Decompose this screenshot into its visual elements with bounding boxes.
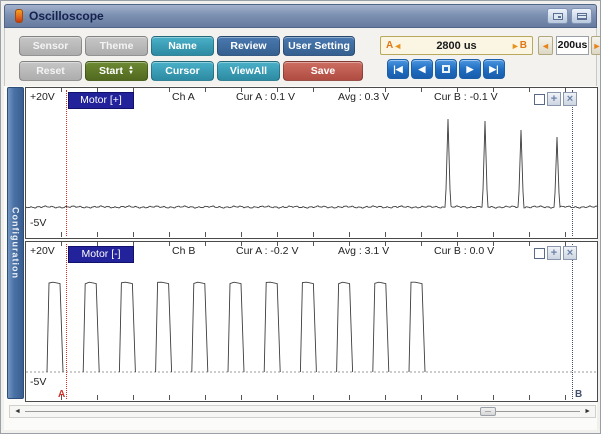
cursor-a-arrow-icon: ◄ (393, 41, 402, 51)
configuration-tab[interactable]: Configuration (7, 87, 24, 399)
voltage-bottom-label: -5V (30, 217, 46, 229)
cursor-a-label: A (386, 40, 393, 51)
stop-button[interactable] (435, 59, 457, 79)
channel-b-panel: +20V Motor [-] Ch B Cur A : -0.2 V Avg :… (25, 241, 598, 402)
cursor-b-tag: B (575, 389, 582, 400)
sensor-button[interactable]: Sensor (19, 36, 82, 56)
configuration-label: Configuration (11, 207, 21, 279)
channel-name-badge[interactable]: Motor [+] (68, 92, 134, 109)
horizontal-scrollbar[interactable]: ◄ ► (9, 405, 596, 418)
bottom-ticks (26, 395, 597, 400)
skip-end-button[interactable]: ▶| (483, 59, 505, 79)
panel-expand-button[interactable]: + (547, 246, 561, 260)
channel-b-waveform (26, 242, 597, 401)
start-button[interactable]: Start▲▼ (85, 61, 148, 81)
cursor-b-line[interactable] (572, 244, 573, 399)
skip-start-button[interactable]: |◀ (387, 59, 409, 79)
minimize-button[interactable] (571, 8, 592, 24)
cursor-b-line[interactable] (572, 90, 573, 236)
step-back-button[interactable]: ◀ (411, 59, 433, 79)
name-button[interactable]: Name (151, 36, 214, 56)
bottom-ticks (26, 232, 597, 237)
scroll-left-icon[interactable]: ◄ (10, 408, 25, 415)
popup-window-button[interactable] (547, 8, 568, 24)
panel-close-button[interactable]: × (563, 92, 577, 106)
spinner-icon: ▲▼ (128, 66, 134, 76)
scroll-right-icon[interactable]: ► (580, 408, 595, 415)
voltage-top-label: +20V (30, 245, 55, 257)
viewall-button[interactable]: ViewAll (217, 61, 280, 81)
cursor-range-display: A ◄ 2800 us ► B (380, 36, 533, 55)
cursor-b-reading: Cur B : -0.1 V (434, 91, 498, 103)
panel-checkbox[interactable] (534, 94, 545, 105)
panel-checkbox[interactable] (534, 248, 545, 259)
save-button[interactable]: Save (283, 61, 363, 81)
average-reading: Avg : 3.1 V (338, 245, 389, 257)
timebase-value[interactable]: 200us (556, 36, 589, 55)
voltage-bottom-label: -5V (30, 376, 46, 388)
range-value: 2800 us (402, 40, 511, 52)
scrollbar-thumb[interactable] (480, 407, 496, 416)
channel-name-badge[interactable]: Motor [-] (68, 246, 134, 263)
panel-close-button[interactable]: × (563, 246, 577, 260)
app-icon (15, 9, 23, 23)
cursor-a-line[interactable] (66, 90, 67, 236)
channel-a-panel: +20V Motor [+] Ch A Cur A : 0.1 V Avg : … (25, 87, 598, 239)
oscilloscope-window: Oscilloscope Sensor Theme Name Review Us… (0, 0, 601, 434)
channel-label: Ch B (172, 245, 195, 257)
cursor-button[interactable]: Cursor (151, 61, 214, 81)
timebase-increase-button[interactable]: ► (591, 36, 601, 55)
play-button[interactable]: ▶ (459, 59, 481, 79)
channel-label: Ch A (172, 91, 195, 103)
voltage-top-label: +20V (30, 91, 55, 103)
cursor-a-reading: Cur A : -0.2 V (236, 245, 298, 257)
cursor-a-line[interactable] (66, 244, 67, 399)
cursor-b-arrow-icon: ► (511, 41, 520, 51)
transport-controls: |◀ ◀ ▶ ▶| (387, 59, 505, 79)
cursor-b-label: B (520, 40, 527, 51)
cursor-a-tag: A (58, 389, 65, 400)
cursor-b-reading: Cur B : 0.0 V (434, 245, 494, 257)
channel-a-waveform (26, 88, 597, 238)
toolbar: Sensor Theme Name Review User Setting Re… (4, 28, 597, 86)
cursor-a-reading: Cur A : 0.1 V (236, 91, 295, 103)
review-button[interactable]: Review (217, 36, 280, 56)
theme-button[interactable]: Theme (85, 36, 148, 56)
scope-area: Configuration +20V Motor [+] Ch A Cur A … (4, 86, 597, 430)
timebase-decrease-button[interactable]: ◄ (538, 36, 553, 55)
screen-icon (553, 13, 563, 20)
minimize-icon (577, 13, 587, 20)
window-title: Oscilloscope (29, 9, 104, 23)
scrollbar-track[interactable] (25, 411, 580, 412)
panel-expand-button[interactable]: + (547, 92, 561, 106)
average-reading: Avg : 0.3 V (338, 91, 389, 103)
user-setting-button[interactable]: User Setting (283, 36, 355, 56)
stop-icon (442, 65, 450, 73)
title-bar: Oscilloscope (4, 4, 597, 28)
reset-button[interactable]: Reset (19, 61, 82, 81)
